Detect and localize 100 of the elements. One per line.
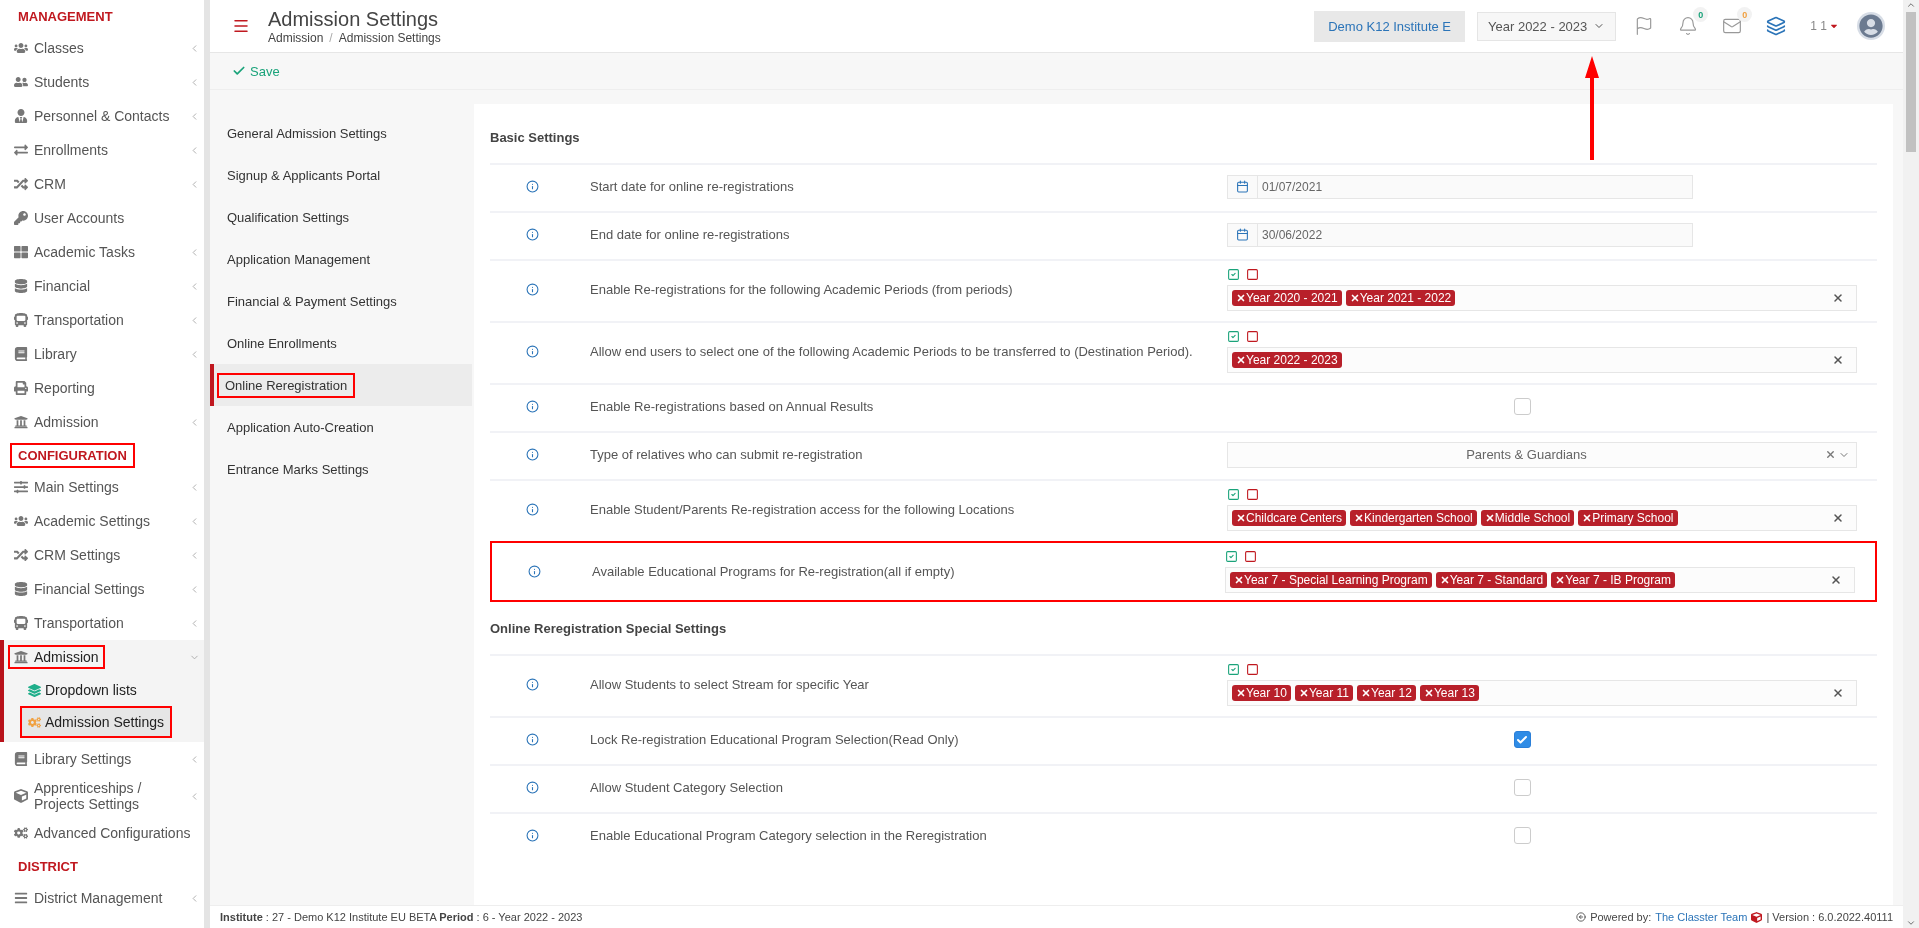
select-all-icon[interactable] (1225, 550, 1238, 563)
remove-icon[interactable] (1354, 513, 1365, 523)
sidebar-item[interactable]: Library Settings (0, 742, 204, 776)
tag[interactable]: Primary School (1578, 510, 1678, 526)
sidebar-subitem[interactable]: Dropdown lists (20, 674, 145, 706)
select-all-icon[interactable] (1227, 330, 1240, 343)
list-icon (14, 891, 28, 905)
deselect-all-icon[interactable] (1246, 268, 1259, 281)
tag-field[interactable]: Year 2020 - 2021 Year 2021 - 2022 (1227, 285, 1857, 311)
sidebar-item[interactable]: Transportation (0, 303, 204, 337)
settings-nav-item[interactable]: Online Enrollments (210, 322, 472, 364)
date-field[interactable]: 30/06/2022 (1227, 222, 1693, 247)
gears-icon (28, 715, 41, 729)
select-all-icon[interactable] (1227, 663, 1240, 676)
team-link[interactable]: The Classter Team (1655, 911, 1748, 923)
people-icon (14, 514, 28, 528)
sidebar-item[interactable]: Academic Tasks (0, 235, 204, 269)
clear-icon[interactable] (1825, 449, 1836, 460)
deselect-all-icon[interactable] (1246, 663, 1259, 676)
sidebar-item[interactable]: Admission (0, 640, 204, 674)
tag[interactable]: Year 2021 - 2022 (1345, 290, 1456, 306)
sidebar-item[interactable]: Students (0, 65, 204, 99)
sidebar-item[interactable]: Enrollments (0, 133, 204, 167)
remove-icon[interactable] (1349, 293, 1360, 303)
remove-icon[interactable] (1236, 688, 1246, 698)
select-field[interactable]: Parents & Guardians (1227, 441, 1857, 468)
tag[interactable]: Year 13 (1419, 685, 1479, 701)
remove-icon[interactable] (1236, 513, 1246, 523)
tag[interactable]: Year 10 (1232, 685, 1291, 701)
sidebar-item[interactable]: District Management (0, 881, 204, 915)
shuffle-icon (14, 177, 28, 191)
tag[interactable]: Year 7 - Standard (1435, 572, 1548, 588)
scroll-down-icon[interactable] (1906, 918, 1916, 928)
tag-field[interactable]: Year 2022 - 2023 (1227, 347, 1857, 373)
settings-nav-item[interactable]: General Admission Settings (210, 112, 472, 154)
settings-nav-item[interactable]: Financial & Payment Settings (210, 280, 472, 322)
settings-nav-item[interactable]: Application Management (210, 238, 472, 280)
breadcrumb-link[interactable]: Admission (268, 30, 324, 45)
tag[interactable]: Year 2022 - 2023 (1232, 352, 1342, 368)
sidebar-item[interactable]: Academic Settings (0, 504, 204, 538)
tag[interactable]: Kindergarten School (1350, 510, 1477, 526)
sidebar-item[interactable]: Personnel & Contacts (0, 99, 204, 133)
settings-nav-item[interactable]: Application Auto-Creation (210, 406, 472, 448)
remove-icon[interactable] (1423, 688, 1434, 698)
tag-field[interactable]: Year 7 - Special Learning Program Year 7 - Standard Year 7 - IB Program (1225, 567, 1855, 593)
sidebar-item[interactable]: CRM (0, 167, 204, 201)
remove-icon[interactable] (1439, 575, 1450, 585)
sidebar-item[interactable]: Financial Settings (0, 572, 204, 606)
remove-icon[interactable] (1298, 688, 1309, 698)
checkbox[interactable] (1513, 398, 1531, 415)
institute-label[interactable]: Demo K12 Institute E (1314, 10, 1466, 42)
date-field[interactable]: 01/07/2021 (1227, 174, 1693, 199)
remove-icon[interactable] (1555, 575, 1566, 585)
sidebar-item[interactable]: Transportation (0, 606, 204, 640)
tag[interactable]: Year 2020 - 2021 (1232, 290, 1342, 306)
checkbox[interactable] (1513, 827, 1531, 844)
select-all-icon[interactable] (1227, 488, 1240, 501)
sidebar-item[interactable]: Main Settings (0, 470, 204, 504)
sidebar-item[interactable]: User Accounts (0, 201, 204, 235)
tag[interactable]: Childcare Centers (1232, 510, 1347, 526)
deselect-all-icon[interactable] (1246, 488, 1259, 501)
checkbox[interactable] (1513, 731, 1531, 748)
sidebar-item[interactable]: Advanced Configurations (0, 816, 204, 850)
tag[interactable]: Year 7 - IB Program (1551, 572, 1675, 588)
user-menu[interactable]: 1 1 (1804, 18, 1845, 34)
scroll-thumb[interactable] (1906, 12, 1916, 152)
remove-icon[interactable] (1234, 575, 1244, 585)
sidebar-item[interactable]: Financial (0, 269, 204, 303)
tag-field[interactable]: Childcare Centers Kindergarten School Middle School Primary School (1227, 505, 1857, 531)
settings-nav-item[interactable]: Entrance Marks Settings (210, 448, 472, 490)
remove-icon[interactable] (1484, 513, 1495, 523)
settings-nav-item[interactable]: Qualification Settings (210, 196, 472, 238)
year-select[interactable]: Year 2022 - 2023 (1477, 11, 1617, 41)
remove-icon[interactable] (1236, 355, 1246, 365)
remove-icon[interactable] (1361, 688, 1371, 698)
sidebar-item[interactable]: Apprenticeships / Projects Settings (0, 776, 204, 816)
grid-icon (14, 245, 28, 259)
tag-field[interactable]: Year 10 Year 11 Year 12 Year 13 (1227, 680, 1857, 706)
tag[interactable]: Year 11 (1294, 685, 1353, 701)
breadcrumb-link[interactable]: Admission Settings (338, 30, 441, 45)
tag[interactable]: Year 12 (1357, 685, 1416, 701)
remove-icon[interactable] (1236, 293, 1246, 303)
settings-nav-item[interactable]: Signup & Applicants Portal (210, 154, 472, 196)
scroll-up-icon[interactable] (1906, 0, 1916, 10)
sidebar-subitem[interactable]: Admission Settings (20, 706, 173, 738)
sidebar-item[interactable]: Admission (0, 405, 204, 439)
settings-icon (14, 826, 28, 840)
settings-nav-item[interactable]: Online Reregistration (210, 364, 472, 406)
checkbox[interactable] (1513, 779, 1531, 796)
avatar[interactable] (1857, 12, 1885, 40)
deselect-all-icon[interactable] (1246, 330, 1259, 343)
sidebar-item[interactable]: CRM Settings (0, 538, 204, 572)
sidebar-item[interactable]: Library (0, 337, 204, 371)
select-all-icon[interactable] (1227, 268, 1240, 281)
tag[interactable]: Middle School (1480, 510, 1575, 526)
remove-icon[interactable] (1582, 513, 1593, 523)
sidebar-item[interactable]: Reporting (0, 371, 204, 405)
deselect-all-icon[interactable] (1244, 550, 1257, 563)
sidebar-item[interactable]: Classes (0, 31, 204, 65)
tag[interactable]: Year 7 - Special Learning Program (1230, 572, 1432, 588)
